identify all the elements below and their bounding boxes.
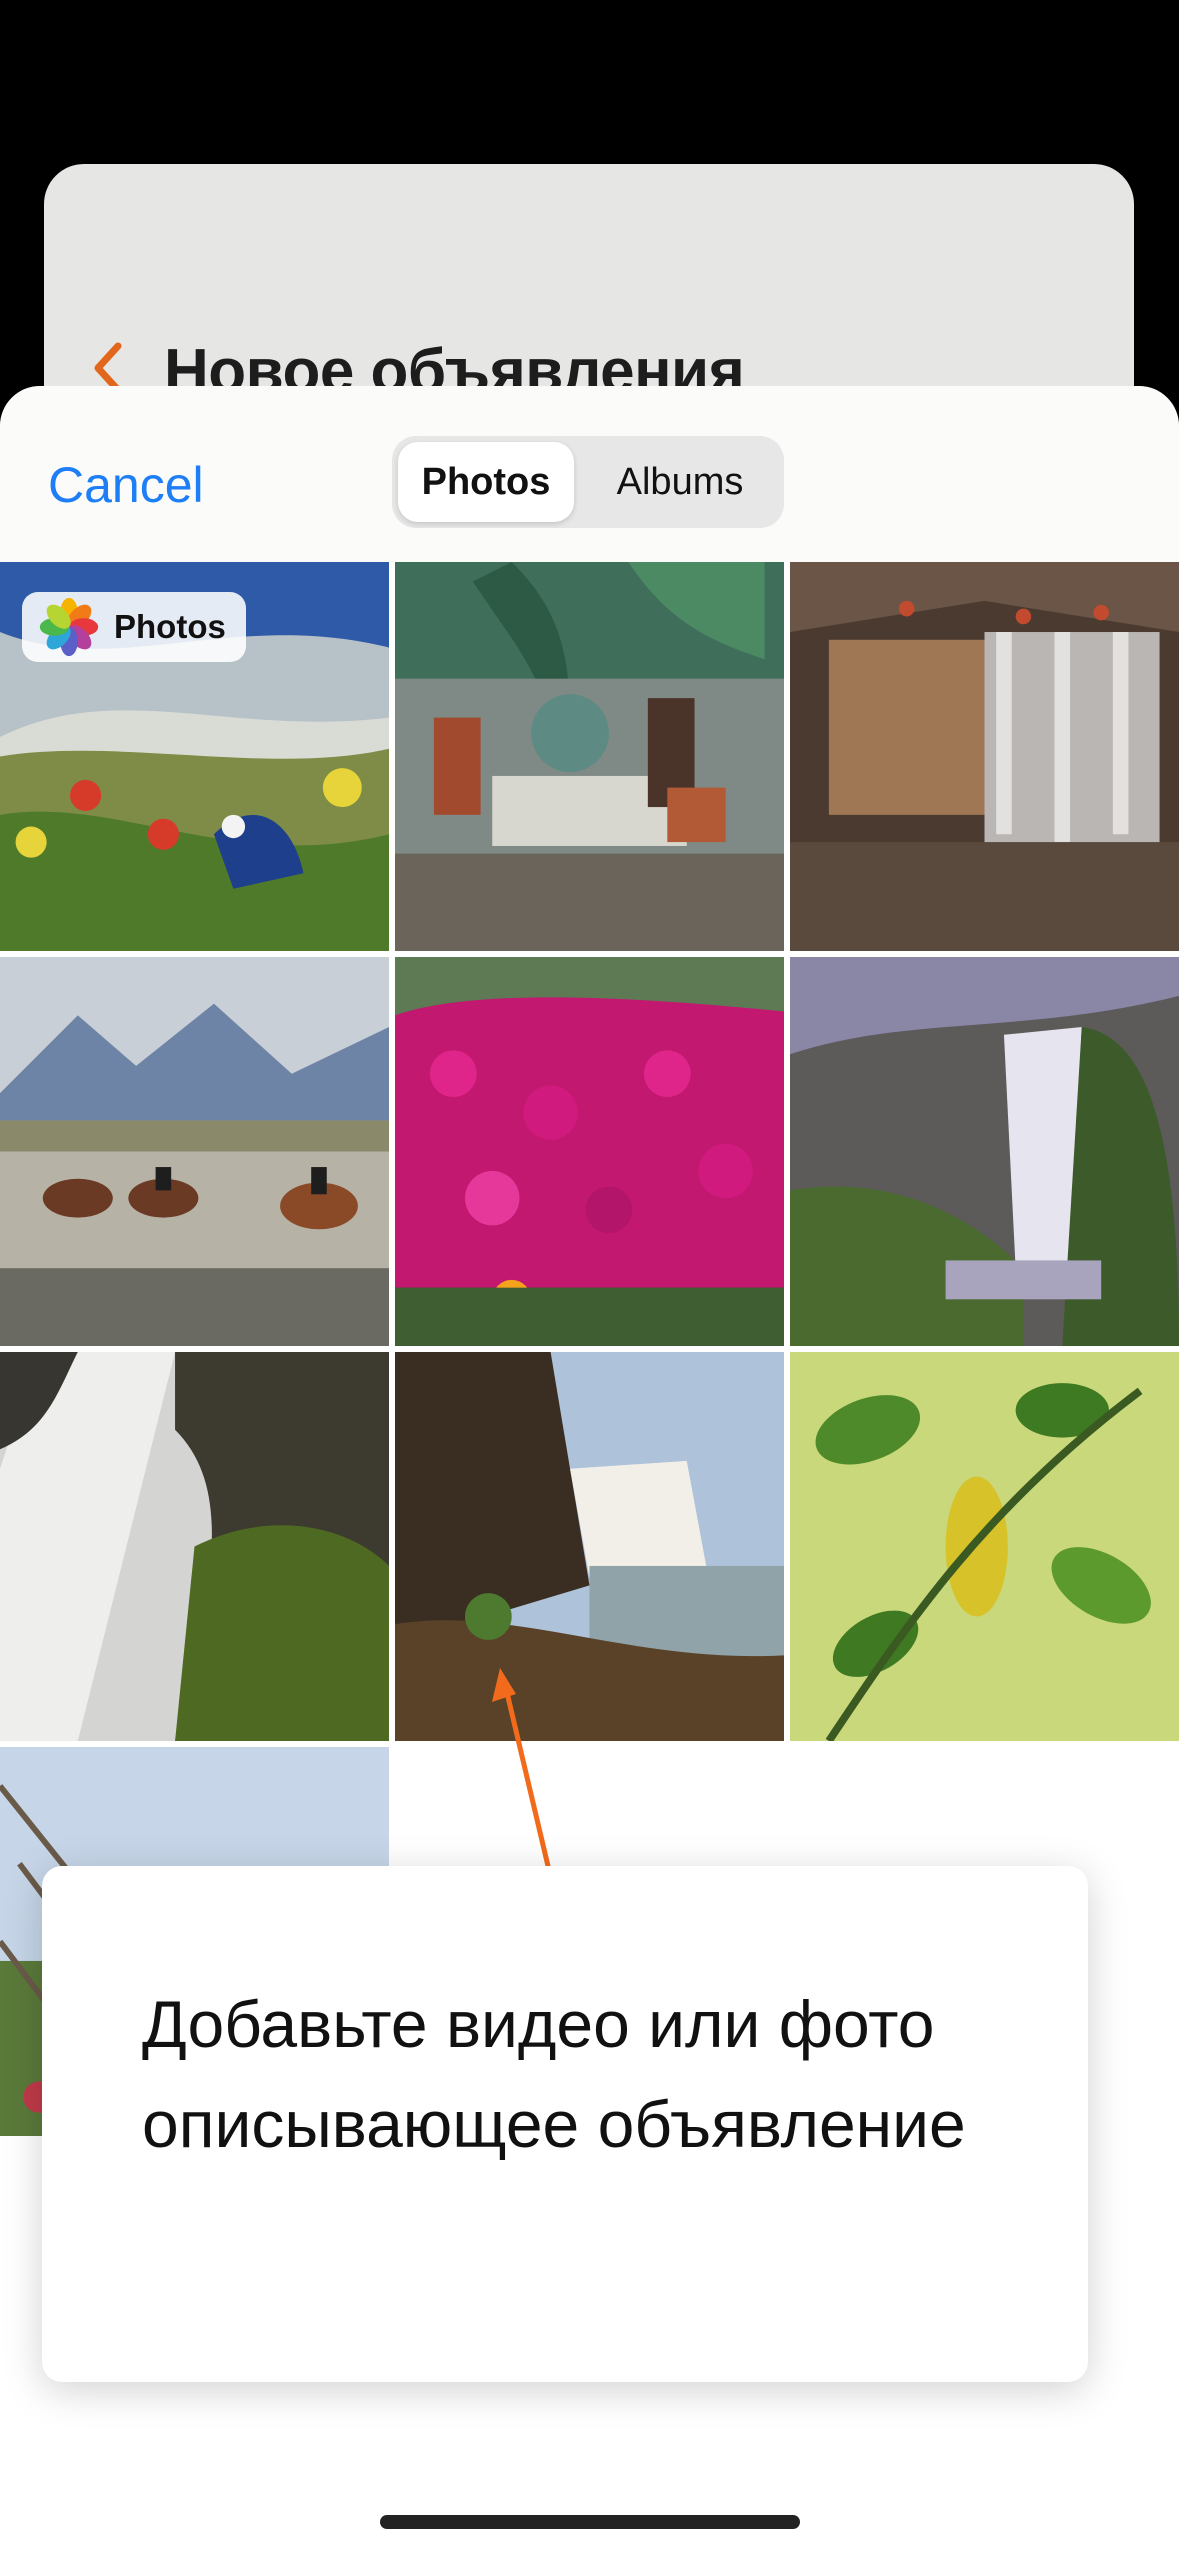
- photo-tile[interactable]: [0, 957, 389, 1346]
- photo-tile[interactable]: [0, 1352, 389, 1741]
- sunset-waterfall-image: [395, 1352, 784, 1741]
- photo-tile[interactable]: [790, 957, 1179, 1346]
- photos-app-badge: Photos: [22, 592, 246, 662]
- photos-badge-label: Photos: [114, 608, 226, 645]
- tab-albums[interactable]: Albums: [586, 442, 774, 522]
- photo-tile[interactable]: [395, 562, 784, 951]
- photo-tile[interactable]: [395, 957, 784, 1346]
- waterfall-cliff-image: [790, 957, 1179, 1346]
- people-table-painting-image: [395, 562, 784, 951]
- onboarding-tooltip: Добавьте видео или фото описывающее объя…: [42, 1866, 1088, 2382]
- cancel-button[interactable]: Cancel: [48, 456, 204, 514]
- mossy-waterfall-image: [0, 1352, 389, 1741]
- photo-tile[interactable]: [395, 1352, 784, 1741]
- pink-flowers-image: [395, 957, 784, 1346]
- yurt-interior-painting-image: [790, 562, 1179, 951]
- photo-tile[interactable]: Photos: [0, 562, 389, 951]
- tooltip-text: Добавьте видео или фото описывающее объя…: [142, 1987, 966, 2161]
- horse-riders-painting-image: [0, 957, 389, 1346]
- photos-app-icon: [39, 597, 99, 657]
- photo-tile[interactable]: [790, 562, 1179, 951]
- home-indicator[interactable]: [380, 2515, 800, 2529]
- photo-tile[interactable]: [790, 1352, 1179, 1741]
- green-leaves-image: [790, 1352, 1179, 1741]
- tab-photos[interactable]: Photos: [398, 442, 574, 522]
- photos-albums-segmented-control: Photos Albums: [392, 436, 784, 528]
- tooltip-arrow-icon: [492, 1668, 551, 1869]
- picker-nav-bar: Cancel Photos Albums: [0, 386, 1179, 562]
